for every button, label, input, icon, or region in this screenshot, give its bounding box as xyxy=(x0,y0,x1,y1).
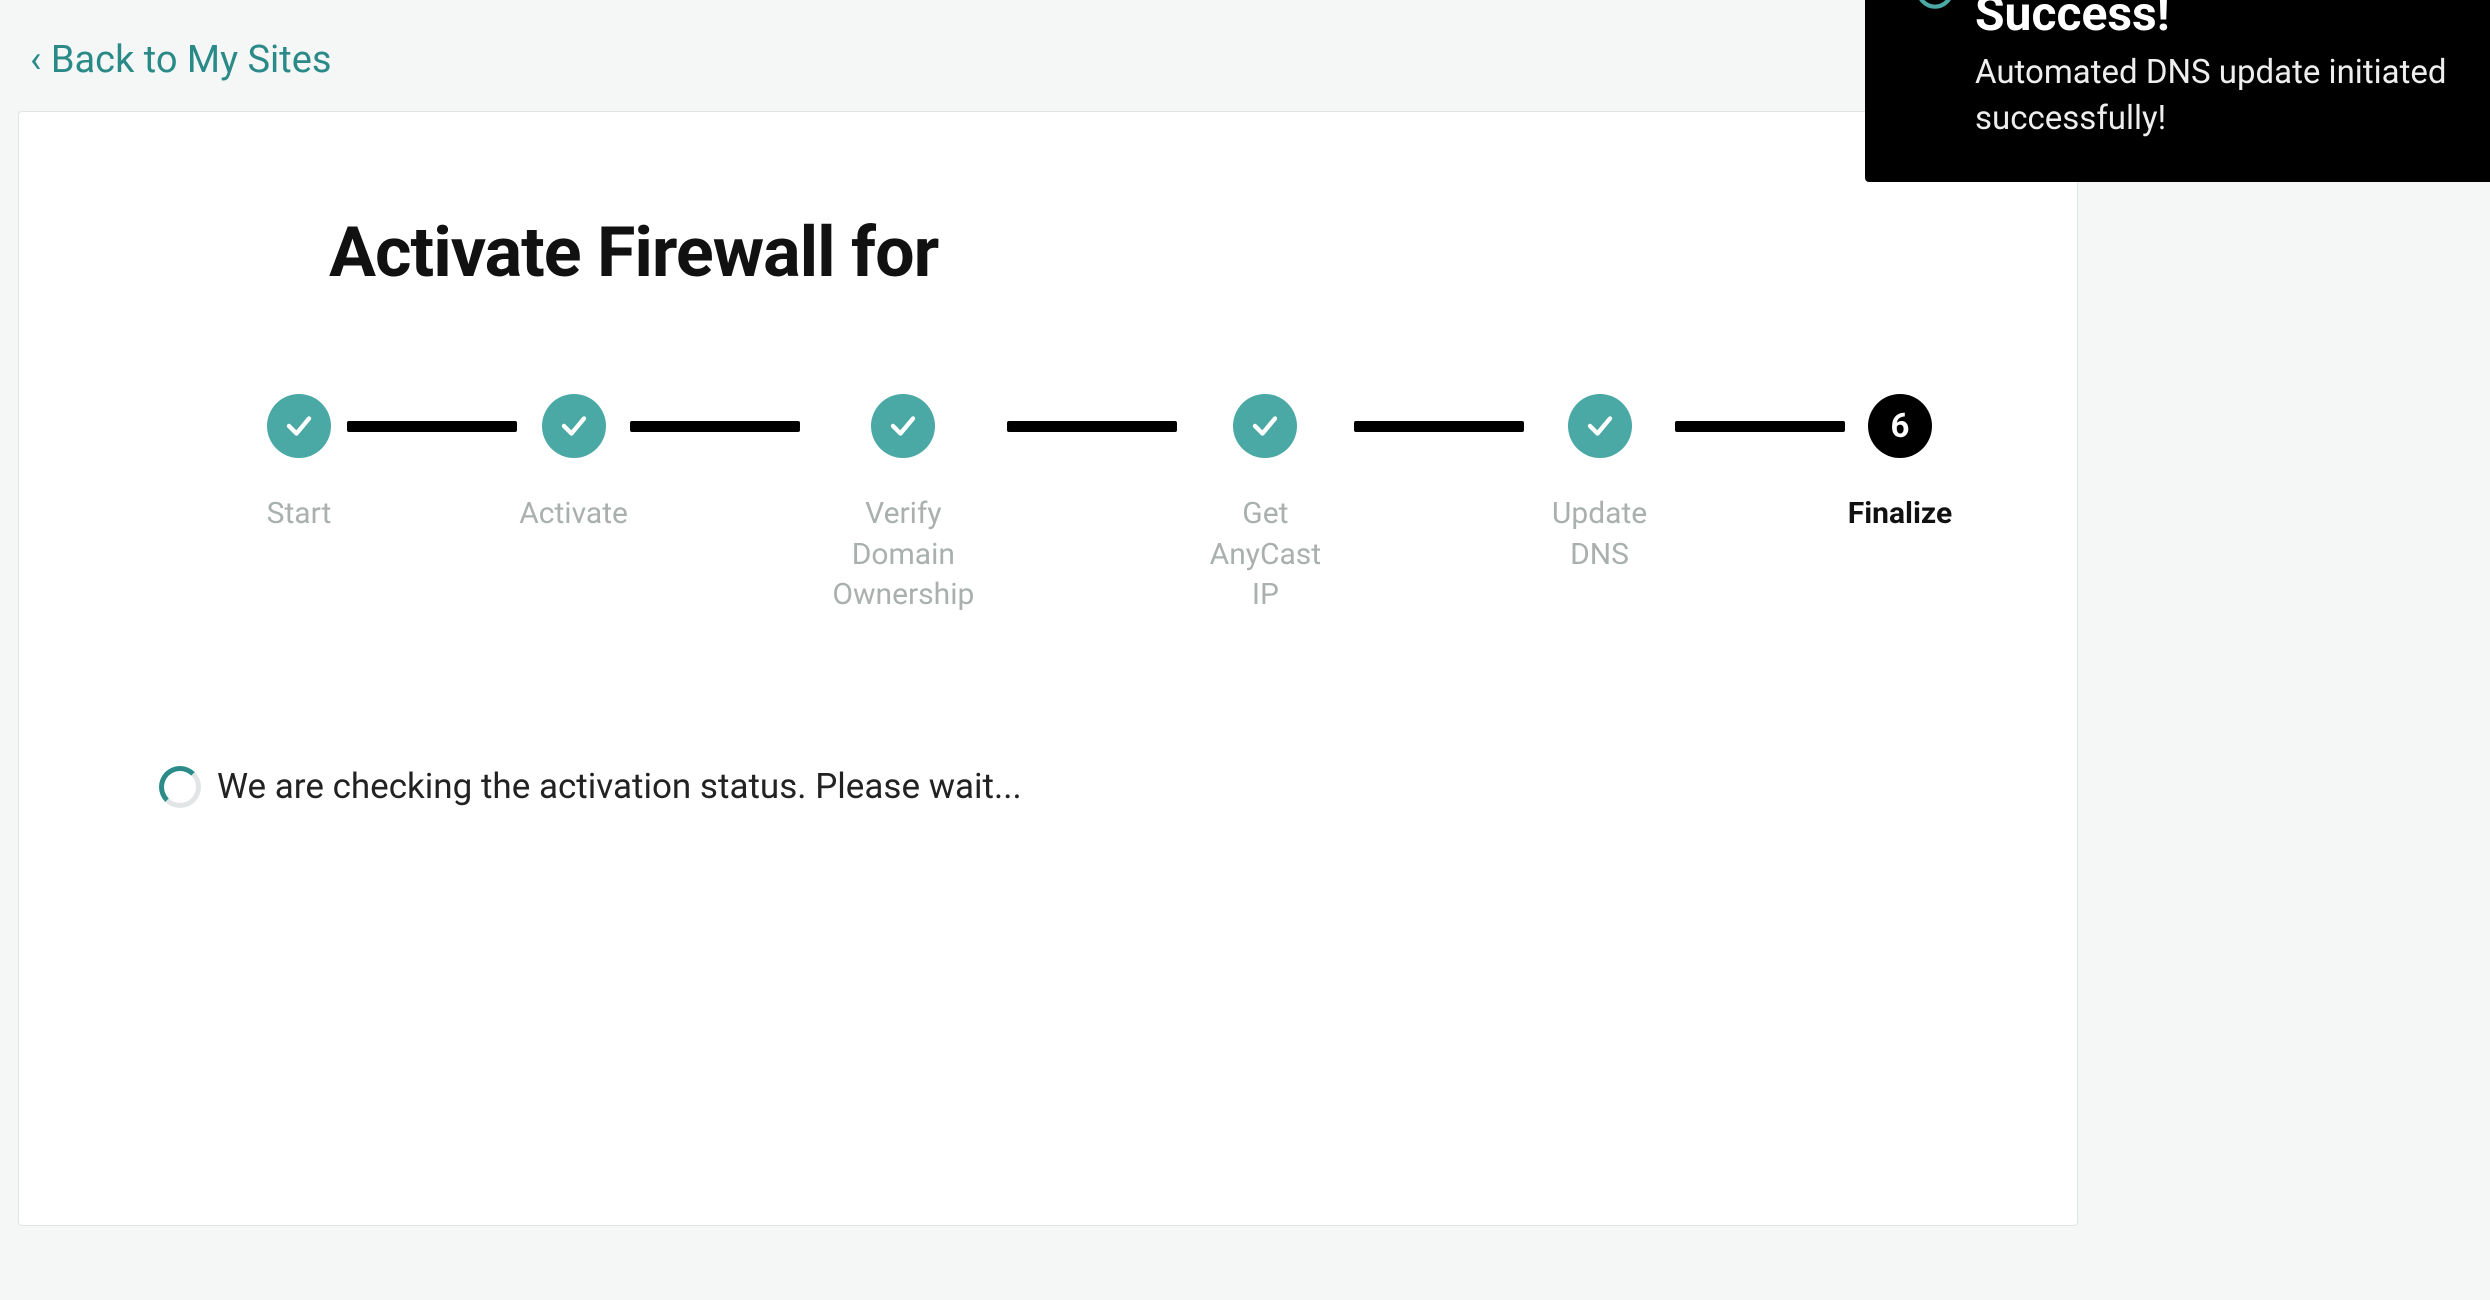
step-label: Activate xyxy=(519,494,628,535)
step-number: 6 xyxy=(1890,407,1909,446)
back-to-sites-link[interactable]: ‹ Back to My Sites xyxy=(30,38,332,82)
step-connector xyxy=(1354,421,1524,432)
step-activate: Activate xyxy=(535,394,612,535)
spinner-icon xyxy=(159,766,201,808)
step-verify-domain: Verify Domain Ownership xyxy=(818,394,988,616)
step-circle: 6 xyxy=(1868,394,1932,458)
toast-message: Automated DNS update initiated successfu… xyxy=(1975,50,2450,142)
check-icon xyxy=(888,411,918,441)
stepper: Start Activate Verify Domain Ownership G… xyxy=(269,394,1937,616)
check-icon xyxy=(284,411,314,441)
step-circle xyxy=(542,394,606,458)
step-connector xyxy=(630,421,800,432)
check-icon xyxy=(1250,411,1280,441)
status-row: We are checking the activation status. P… xyxy=(159,766,1937,808)
step-start: Start xyxy=(269,394,329,535)
step-label: Start xyxy=(267,494,332,535)
step-connector xyxy=(1007,421,1177,432)
step-get-anycast-ip: Get AnyCast IP xyxy=(1195,394,1337,616)
step-circle xyxy=(1568,394,1632,458)
toast-title: Success! xyxy=(1975,0,2450,38)
step-label: Finalize xyxy=(1848,494,1952,535)
check-icon xyxy=(559,411,589,441)
step-update-dns: Update DNS xyxy=(1542,394,1657,575)
toast-success: Success! Automated DNS update initiated … xyxy=(1865,0,2490,182)
main-card: Activate Firewall for Start Activate Ver… xyxy=(18,111,2078,1226)
page-title: Activate Firewall for xyxy=(329,212,1937,294)
step-circle xyxy=(1233,394,1297,458)
step-label: Update DNS xyxy=(1542,494,1657,575)
step-connector xyxy=(1675,421,1845,432)
step-finalize: 6 Finalize xyxy=(1863,394,1937,535)
success-check-icon xyxy=(1915,0,1955,10)
step-connector xyxy=(347,421,517,432)
status-message: We are checking the activation status. P… xyxy=(217,766,1022,807)
check-icon xyxy=(1585,411,1615,441)
step-label: Verify Domain Ownership xyxy=(818,494,988,616)
step-circle xyxy=(267,394,331,458)
step-label: Get AnyCast IP xyxy=(1195,494,1337,616)
step-circle xyxy=(871,394,935,458)
